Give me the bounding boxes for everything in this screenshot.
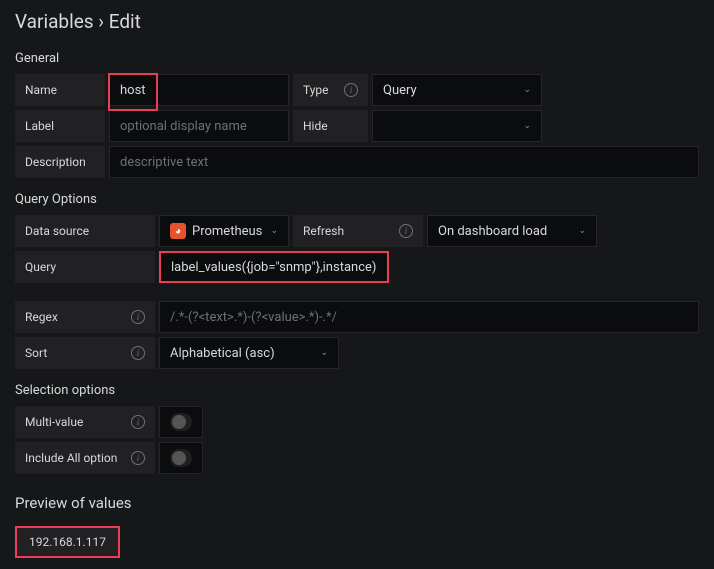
section-query-options: Query Options [15, 192, 699, 207]
info-icon[interactable]: i [131, 310, 145, 324]
label-label: Label [15, 110, 105, 142]
label-name: Name [15, 74, 105, 106]
chevron-down-icon: ⌄ [270, 226, 278, 236]
chevron-down-icon: ⌄ [523, 85, 531, 95]
chevron-down-icon: ⌄ [523, 121, 531, 131]
multivalue-toggle[interactable] [170, 413, 192, 431]
info-icon[interactable]: i [131, 346, 145, 360]
label-description: Description [15, 146, 105, 178]
includeall-toggle[interactable] [170, 449, 192, 467]
refresh-select[interactable]: On dashboard load ⌄ [427, 215, 597, 247]
label-input[interactable] [109, 110, 289, 142]
type-select[interactable]: Query ⌄ [372, 74, 542, 106]
info-icon[interactable]: i [131, 415, 145, 429]
chevron-down-icon: ⌄ [320, 348, 328, 358]
query-input[interactable] [159, 251, 389, 283]
multivalue-toggle-wrap [159, 406, 203, 438]
section-preview: Preview of values [15, 494, 699, 512]
page-title: Variables › Edit [15, 10, 699, 33]
name-input[interactable] [109, 74, 289, 106]
label-type: Type i [293, 74, 368, 106]
label-includeall: Include All option i [15, 442, 155, 474]
label-datasource: Data source [15, 215, 155, 247]
label-regex: Regex i [15, 301, 155, 333]
sort-select[interactable]: Alphabetical (asc) ⌄ [159, 337, 339, 369]
preview-value-chip: 192.168.1.117 [15, 526, 120, 558]
datasource-select[interactable]: ◕ Prometheus ⌄ [159, 215, 289, 247]
info-icon[interactable]: i [344, 83, 358, 97]
hide-select[interactable]: ⌄ [372, 110, 542, 142]
section-selection-options: Selection options [15, 383, 699, 398]
regex-input[interactable] [159, 301, 699, 333]
label-refresh: Refresh i [293, 215, 423, 247]
info-icon[interactable]: i [131, 451, 145, 465]
description-input[interactable] [109, 146, 699, 178]
prometheus-icon: ◕ [170, 223, 186, 239]
label-query: Query [15, 251, 155, 283]
label-hide: Hide [293, 110, 368, 142]
includeall-toggle-wrap [159, 442, 203, 474]
label-multivalue: Multi-value i [15, 406, 155, 438]
label-sort: Sort i [15, 337, 155, 369]
chevron-down-icon: ⌄ [578, 226, 586, 236]
section-general: General [15, 51, 699, 66]
info-icon[interactable]: i [399, 224, 413, 238]
